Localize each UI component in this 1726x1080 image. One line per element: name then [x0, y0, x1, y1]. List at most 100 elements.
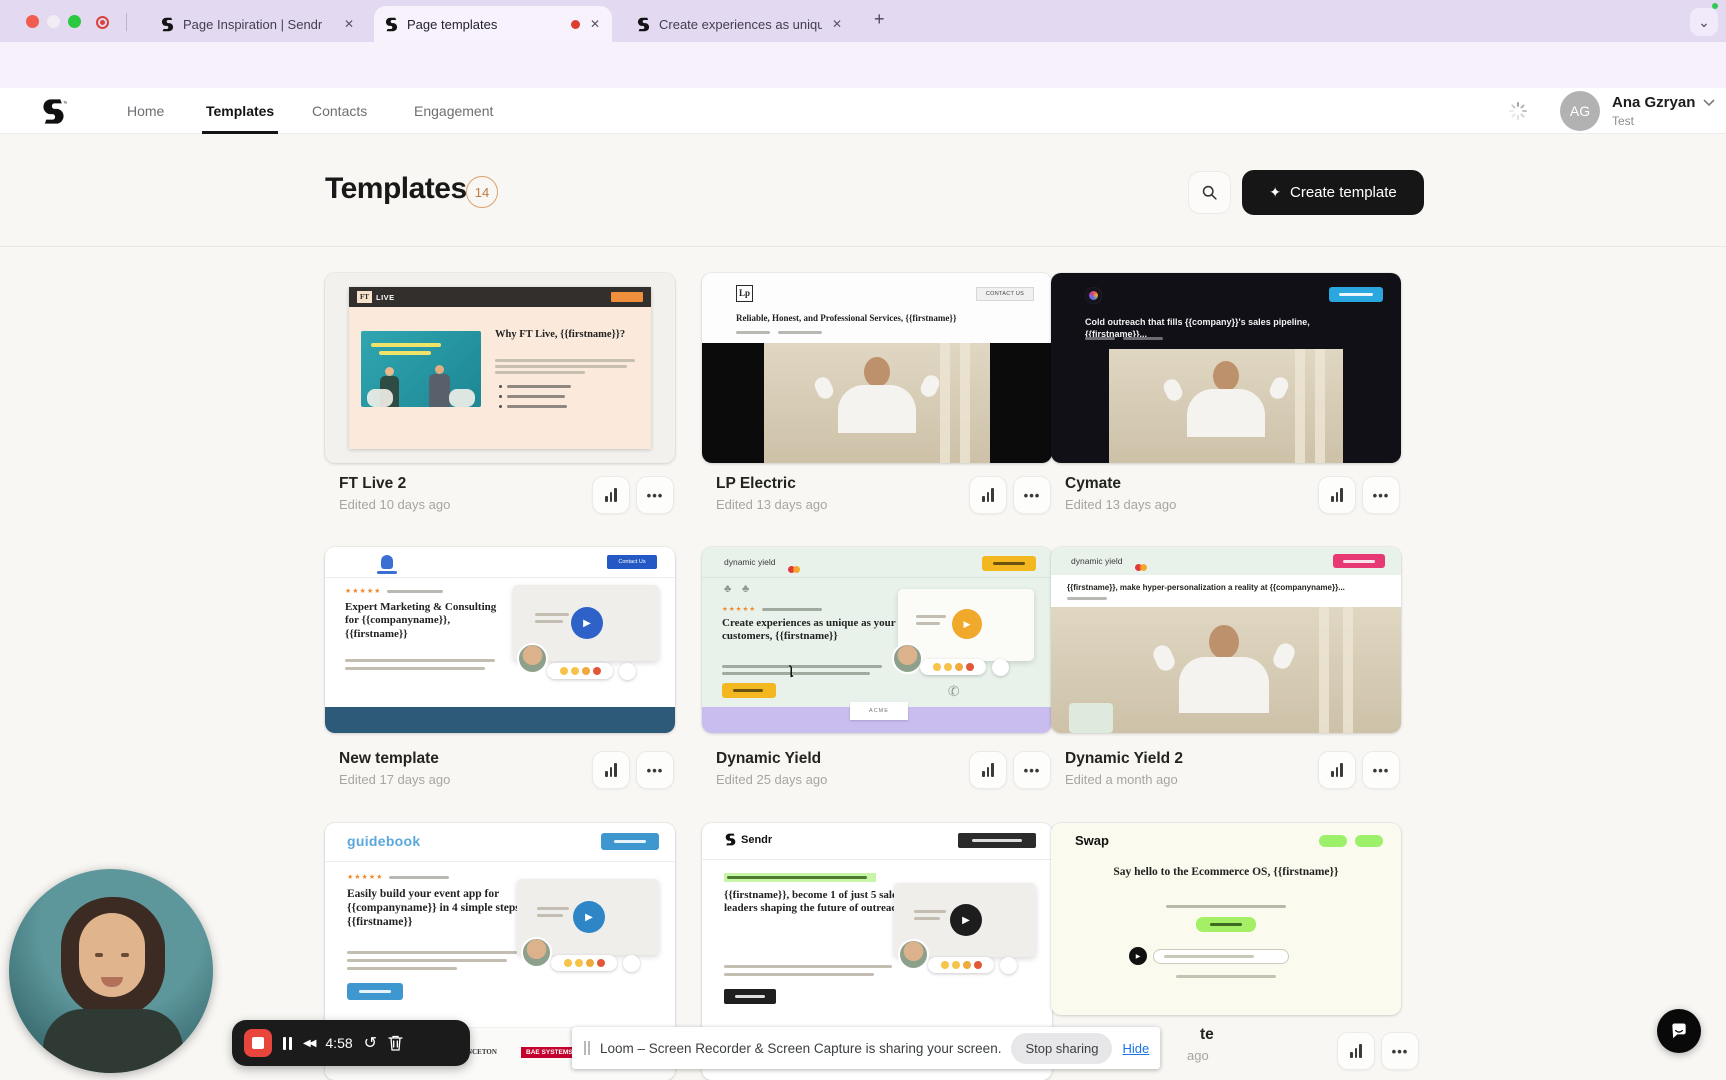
tab-search-button[interactable]: ⌄: [1690, 8, 1718, 36]
analytics-button[interactable]: [592, 476, 630, 514]
close-icon[interactable]: ✕: [588, 17, 602, 31]
close-icon[interactable]: ✕: [342, 17, 356, 31]
preview-heading: Easily build your event app for {{compan…: [347, 887, 537, 929]
template-meta-fragment: ago: [1187, 1048, 1209, 1063]
cymate-logo: [1085, 287, 1102, 304]
template-meta: Edited 10 days ago: [339, 497, 450, 512]
template-card-dynamic-yield-2[interactable]: dynamic yield {{firstname}}, make hyper-…: [1051, 547, 1401, 733]
loom-sharing-bar: Loom – Screen Recorder & Screen Capture …: [572, 1027, 1160, 1069]
tab-recording-icon: [571, 20, 580, 29]
add-reaction-button: [1000, 957, 1017, 974]
bar-chart-icon: [605, 488, 617, 502]
nav-item-templates[interactable]: Templates: [206, 88, 274, 134]
more-options-button[interactable]: •••: [1362, 751, 1400, 789]
new-tab-button[interactable]: +: [874, 9, 885, 30]
restart-icon[interactable]: ↺: [364, 1033, 377, 1053]
more-options-button[interactable]: •••: [1013, 751, 1051, 789]
analytics-button[interactable]: [592, 751, 630, 789]
user-menu[interactable]: Ana Gzryan: [1612, 94, 1715, 111]
preview-video-thumb: [702, 343, 1052, 463]
sharing-message: Loom – Screen Recorder & Screen Capture …: [600, 1041, 1001, 1056]
presenter-avatar: [521, 937, 552, 968]
stop-sharing-button[interactable]: Stop sharing: [1011, 1033, 1112, 1064]
emoji-reactions: [928, 957, 994, 973]
webcam-bubble[interactable]: [9, 869, 213, 1073]
analytics-button[interactable]: [1318, 751, 1356, 789]
play-icon: ▶: [962, 915, 970, 926]
template-card-swap[interactable]: Swap Say hello to the Ecommerce OS, {{fi…: [1051, 823, 1401, 1015]
tab-page-inspiration[interactable]: Page Inspiration | Sendr ✕: [150, 6, 366, 42]
more-options-button[interactable]: •••: [636, 751, 674, 789]
traffic-light-minimize[interactable]: [47, 15, 60, 28]
tab-create-experiences[interactable]: Create experiences as unique ✕: [626, 6, 854, 42]
page-title: Templates: [325, 172, 467, 206]
template-meta: Edited a month ago: [1065, 772, 1178, 787]
more-options-button[interactable]: •••: [636, 476, 674, 514]
tab-page-templates[interactable]: Page templates ✕: [374, 6, 612, 42]
chat-launcher[interactable]: [1657, 1009, 1701, 1053]
ellipsis-icon: •••: [1024, 763, 1041, 778]
nav-item-contacts[interactable]: Contacts: [312, 88, 367, 134]
preview-heading: Why FT Live, {{firstname}}?: [495, 329, 643, 342]
emoji-reactions: [551, 955, 617, 971]
traffic-light-zoom[interactable]: [68, 15, 81, 28]
preview-footer-band: ACME: [702, 707, 1052, 733]
ft-live-label: LIVE: [376, 293, 395, 302]
loading-spinner: [1508, 101, 1528, 121]
analytics-button[interactable]: [1318, 476, 1356, 514]
app-navbar: ™ Home Templates Contacts Engagement AG …: [0, 88, 1726, 134]
create-template-button[interactable]: ✦ Create template: [1242, 170, 1424, 215]
status-dot: [1712, 3, 1718, 9]
play-icon: ▶: [1136, 953, 1141, 960]
preview-cta-button: CONTACT US: [976, 287, 1034, 301]
lp-logo: Lp: [736, 285, 753, 302]
preview-nav-pill: [1319, 835, 1347, 847]
nav-item-engagement[interactable]: Engagement: [414, 88, 493, 134]
preview-heading: {{firstname}}, make hyper-personalizatio…: [1067, 583, 1383, 592]
template-preview: FT LIVE Why FT Live, {{firstname}}?: [349, 287, 651, 449]
webcam-eye: [121, 953, 129, 957]
template-card-dynamic-yield[interactable]: dynamic yield ♣ ♣ ★★★★★ Create experienc…: [702, 547, 1052, 733]
ellipsis-icon: •••: [1373, 763, 1390, 778]
trash-icon[interactable]: [388, 1035, 403, 1051]
traffic-light-close[interactable]: [26, 15, 39, 28]
chevron-down-icon: ⌄: [1698, 14, 1710, 31]
play-icon: ▶: [585, 912, 593, 923]
nav-item-home[interactable]: Home: [127, 88, 164, 134]
template-card-lp-electric[interactable]: Lp CONTACT US Reliable, Honest, and Prof…: [702, 273, 1052, 463]
tree-icon: ♣: [742, 583, 749, 595]
bar-chart-icon: [1331, 488, 1343, 502]
audio-play-button: ▶: [1129, 947, 1147, 965]
more-options-button[interactable]: •••: [1381, 1032, 1419, 1070]
search-button[interactable]: [1188, 171, 1231, 214]
drag-handle-icon[interactable]: [584, 1041, 590, 1055]
hide-link[interactable]: Hide: [1122, 1041, 1149, 1056]
bar-chart-icon: [605, 763, 617, 777]
more-options-button[interactable]: •••: [1013, 476, 1051, 514]
close-icon[interactable]: ✕: [830, 17, 844, 31]
analytics-button[interactable]: [1337, 1032, 1375, 1070]
analytics-button[interactable]: [969, 751, 1007, 789]
stop-recording-button[interactable]: [244, 1029, 272, 1057]
template-card-ft-live-2[interactable]: FT LIVE Why FT Live, {{firstname}}?: [325, 273, 675, 463]
sendr-logo[interactable]: ™: [40, 98, 67, 125]
preview-heading: Create experiences as unique as your cus…: [722, 617, 902, 644]
presenter-avatar: [898, 939, 929, 970]
template-card-new-template[interactable]: Contact Us ★★★★★ Expert Marketing & Cons…: [325, 547, 675, 733]
emoji-reactions: [920, 659, 986, 675]
user-avatar[interactable]: AG: [1560, 91, 1600, 131]
card-footer: New template Edited 17 days ago •••: [325, 748, 675, 800]
pause-icon[interactable]: [283, 1037, 292, 1050]
partner-logo: BAE SYSTEMS: [521, 1047, 578, 1058]
rewind-icon[interactable]: ◀◀: [303, 1038, 314, 1049]
preview-video-thumb: [1109, 349, 1343, 463]
analytics-button[interactable]: [969, 476, 1007, 514]
preview-footer-band: [325, 707, 675, 733]
preview-cta-button: [611, 292, 643, 302]
preview-heading: Expert Marketing & Consulting for {{comp…: [345, 601, 503, 641]
more-options-button[interactable]: •••: [1362, 476, 1400, 514]
nav-label: Contacts: [312, 103, 367, 119]
chat-bubble-icon: [1669, 1021, 1689, 1041]
template-card-cymate[interactable]: Cold outreach that fills {{company}}'s s…: [1051, 273, 1401, 463]
tree-icon: ♣: [724, 583, 731, 595]
